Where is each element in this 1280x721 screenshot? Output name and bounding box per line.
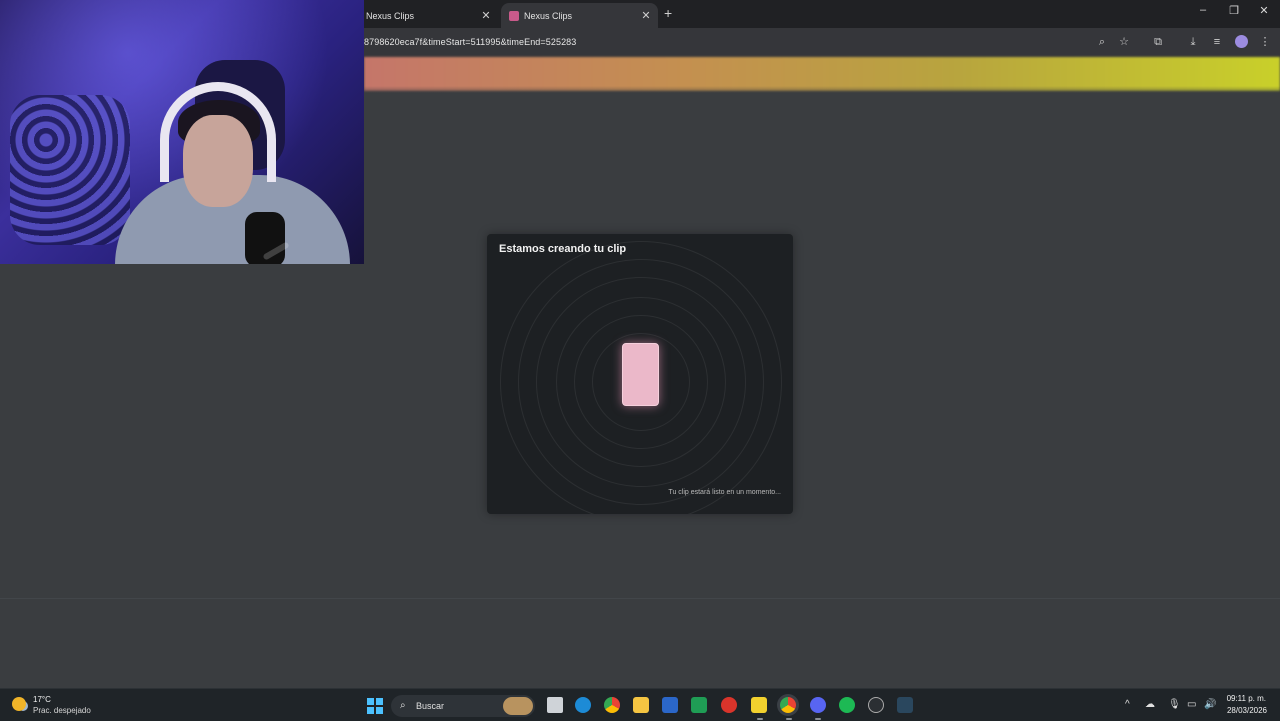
chrome-active-icon[interactable] xyxy=(780,697,796,713)
network-icon[interactable]: ▭ xyxy=(1187,699,1196,710)
tab-label: Nexus Clips xyxy=(366,10,415,21)
edge-icon[interactable] xyxy=(575,697,591,713)
tab-nexus-clips-2[interactable]: Nexus Clips ✕ xyxy=(501,3,658,28)
clip-creating-modal: Estamos creando tu clip Tu clip estará l… xyxy=(487,234,793,514)
start-button-icon[interactable] xyxy=(367,698,383,714)
clock-date[interactable]: 28/03/2026 xyxy=(1227,706,1267,715)
new-tab-icon[interactable]: + xyxy=(664,5,672,21)
zoom-icon[interactable]: ⌕ xyxy=(1095,35,1109,49)
app-icon[interactable] xyxy=(868,697,884,713)
minimize-icon[interactable]: – xyxy=(1193,4,1213,16)
weather-temp[interactable]: 17°C xyxy=(33,695,51,704)
discord-icon[interactable] xyxy=(810,697,826,713)
search-icon: ⌕ xyxy=(400,700,406,711)
clock-time[interactable]: 09:11 p. m. xyxy=(1227,694,1266,703)
file-explorer-icon[interactable] xyxy=(633,697,649,713)
taskbar: 17°C Prac. despejado ⌕ Buscar ^ ☁ 🎙 ▭ 🔊 … xyxy=(0,688,1280,721)
modal-status-text: Tu clip estará listo en un momento... xyxy=(668,489,781,496)
menu-icon[interactable]: ⋮ xyxy=(1258,35,1272,49)
profile-avatar[interactable] xyxy=(1235,35,1248,48)
weather-condition[interactable]: Prac. despejado xyxy=(33,706,91,715)
weather-icon[interactable] xyxy=(12,697,26,711)
webcam-pillow xyxy=(10,95,130,245)
onedrive-icon[interactable]: ☁ xyxy=(1145,699,1155,710)
tab-close-icon[interactable]: ✕ xyxy=(478,9,494,22)
excel-icon[interactable] xyxy=(691,697,707,713)
page-divider xyxy=(0,598,1280,599)
tab-nexus-clips-1[interactable]: Nexus Clips ✕ xyxy=(358,3,498,28)
phone-clip-icon xyxy=(622,343,659,406)
spotify-icon[interactable] xyxy=(839,697,855,713)
sticky-notes-icon[interactable] xyxy=(751,697,767,713)
extensions-icon[interactable]: ⧉ xyxy=(1151,35,1165,49)
address-bar[interactable]: 8798620eca7f&timeStart=511995&timeEnd=52… xyxy=(364,37,576,47)
webcam-overlay xyxy=(0,0,364,264)
media-icon[interactable]: ≡ xyxy=(1210,35,1224,49)
chrome-icon[interactable] xyxy=(604,697,620,713)
task-view-icon[interactable] xyxy=(547,697,563,713)
tab-label: Nexus Clips xyxy=(524,10,573,21)
window-close-icon[interactable]: ✕ xyxy=(1254,4,1274,17)
banner-fade xyxy=(364,86,1280,100)
search-label: Buscar xyxy=(416,701,445,711)
word-icon[interactable] xyxy=(662,697,678,713)
steam-icon[interactable] xyxy=(897,697,913,713)
tab-close-icon[interactable]: ✕ xyxy=(638,9,654,22)
tab-favicon-icon xyxy=(509,10,519,21)
star-icon[interactable]: ☆ xyxy=(1117,35,1131,49)
restore-icon[interactable]: ❐ xyxy=(1224,4,1244,17)
tray-overflow-icon[interactable]: ^ xyxy=(1125,699,1130,710)
download-icon[interactable]: ⤓ xyxy=(1186,35,1200,49)
microphone-icon[interactable]: 🎙 xyxy=(1168,699,1181,710)
pdf-icon[interactable] xyxy=(721,697,737,713)
search-highlight-thumbnail xyxy=(503,697,533,715)
taskbar-search[interactable]: ⌕ Buscar xyxy=(391,695,535,717)
volume-icon[interactable]: 🔊 xyxy=(1204,699,1216,710)
